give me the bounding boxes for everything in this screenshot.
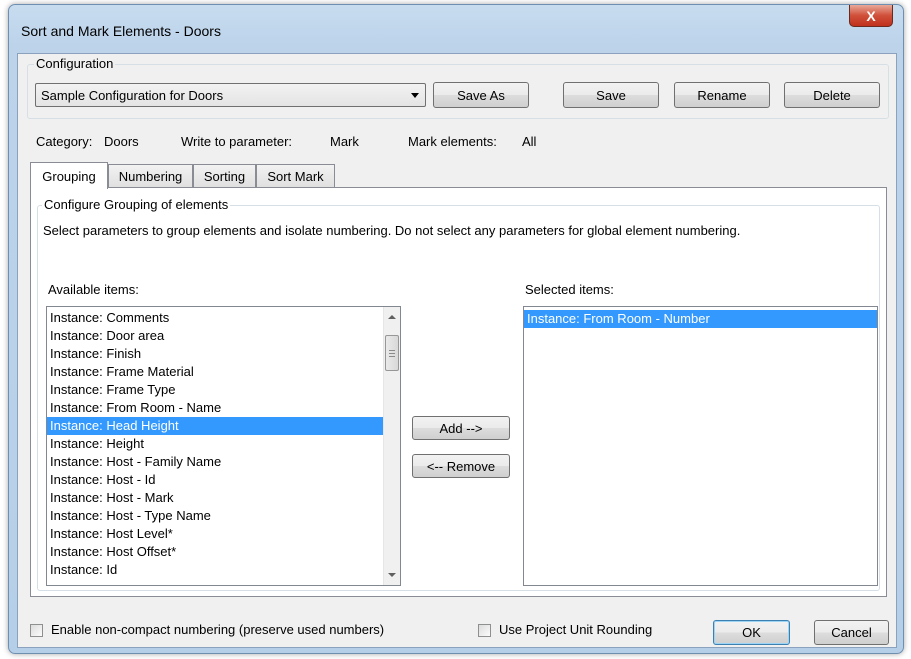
add-button[interactable]: Add --> [412, 416, 510, 440]
category-label: Category: [36, 134, 93, 149]
dialog-window: Sort and Mark Elements - Doors X Configu… [8, 4, 904, 654]
available-items-container: Instance: Comments Instance: Door area Ins… [47, 307, 400, 579]
configuration-dropdown[interactable]: Sample Configuration for Doors [35, 83, 426, 107]
configuration-label: Configuration [34, 56, 116, 71]
save-as-button[interactable]: Save As [433, 82, 529, 108]
tab-numbering[interactable]: Numbering [108, 164, 193, 187]
list-item[interactable]: Instance: Host - Type Name [47, 507, 383, 525]
list-item[interactable]: Instance: Id [47, 561, 383, 579]
list-item[interactable]: Instance: Comments [47, 309, 383, 327]
rename-button[interactable]: Rename [674, 82, 770, 108]
ok-button[interactable]: OK [713, 620, 790, 645]
available-items-list[interactable]: Instance: Comments Instance: Door area Ins… [46, 306, 401, 586]
tab-grouping-label: Grouping [42, 168, 96, 184]
list-item[interactable]: Instance: Finish [47, 345, 383, 363]
selected-items-label: Selected items: [525, 282, 614, 297]
scroll-up-arrow-icon[interactable] [388, 315, 396, 319]
list-item[interactable]: Instance: Host - Mark [47, 489, 383, 507]
list-item[interactable]: Instance: Host Level* [47, 525, 383, 543]
scroll-thumb[interactable] [385, 335, 399, 371]
tab-sort-mark[interactable]: Sort Mark [256, 164, 335, 187]
grouping-description: Select parameters to group elements and … [43, 223, 741, 238]
category-value: Doors [104, 134, 139, 149]
tab-numbering-label: Numbering [118, 168, 183, 184]
window-title: Sort and Mark Elements - Doors [21, 23, 221, 39]
tab-sorting-label: Sorting [203, 168, 246, 184]
list-item[interactable]: Instance: Head Height [47, 417, 383, 435]
scroll-down-arrow-icon[interactable] [388, 573, 396, 577]
write-parameter-label: Write to parameter: [181, 134, 293, 149]
noncompact-numbering-checkbox[interactable] [30, 624, 43, 637]
configuration-selected-value: Sample Configuration for Doors [41, 87, 224, 103]
selected-items-container: Instance: From Room - Number [524, 307, 877, 328]
list-item[interactable]: Instance: Frame Material [47, 363, 383, 381]
close-icon: X [866, 7, 876, 24]
list-item[interactable]: Instance: Height [47, 435, 383, 453]
grouping-tab-panel: Configure Grouping of elements Select pa… [30, 187, 887, 597]
tab-sorting[interactable]: Sorting [193, 164, 256, 187]
unit-rounding-checkbox[interactable] [478, 624, 491, 637]
save-button[interactable]: Save [563, 82, 659, 108]
remove-button[interactable]: <-- Remove [412, 454, 510, 478]
unit-rounding-label: Use Project Unit Rounding [499, 622, 653, 637]
list-item[interactable]: Instance: From Room - Name [47, 399, 383, 417]
chevron-down-icon [411, 93, 419, 98]
list-item[interactable]: Instance: Door area [47, 327, 383, 345]
grouping-group-label: Configure Grouping of elements [42, 197, 231, 212]
dialog-client-area: Configuration Sample Configuration for D… [17, 53, 897, 648]
list-item[interactable]: Instance: From Room - Number [524, 310, 877, 328]
available-list-scrollbar[interactable] [383, 307, 400, 585]
list-item[interactable]: Instance: Host - Id [47, 471, 383, 489]
mark-elements-label: Mark elements: [408, 134, 497, 149]
available-items-label: Available items: [48, 282, 139, 297]
list-item[interactable]: Instance: Frame Type [47, 381, 383, 399]
list-item[interactable]: Instance: Host Offset* [47, 543, 383, 561]
cancel-button[interactable]: Cancel [814, 620, 889, 645]
mark-elements-value: All [522, 134, 537, 149]
tab-grouping[interactable]: Grouping [30, 162, 108, 189]
selected-items-list[interactable]: Instance: From Room - Number [523, 306, 878, 586]
tab-sort-mark-label: Sort Mark [267, 168, 324, 184]
title-bar[interactable]: Sort and Mark Elements - Doors X [9, 5, 903, 53]
list-item[interactable]: Instance: Host - Family Name [47, 453, 383, 471]
close-button[interactable]: X [849, 5, 893, 27]
noncompact-numbering-label: Enable non-compact numbering (preserve u… [51, 622, 385, 637]
delete-button[interactable]: Delete [784, 82, 880, 108]
write-parameter-value: Mark [330, 134, 359, 149]
